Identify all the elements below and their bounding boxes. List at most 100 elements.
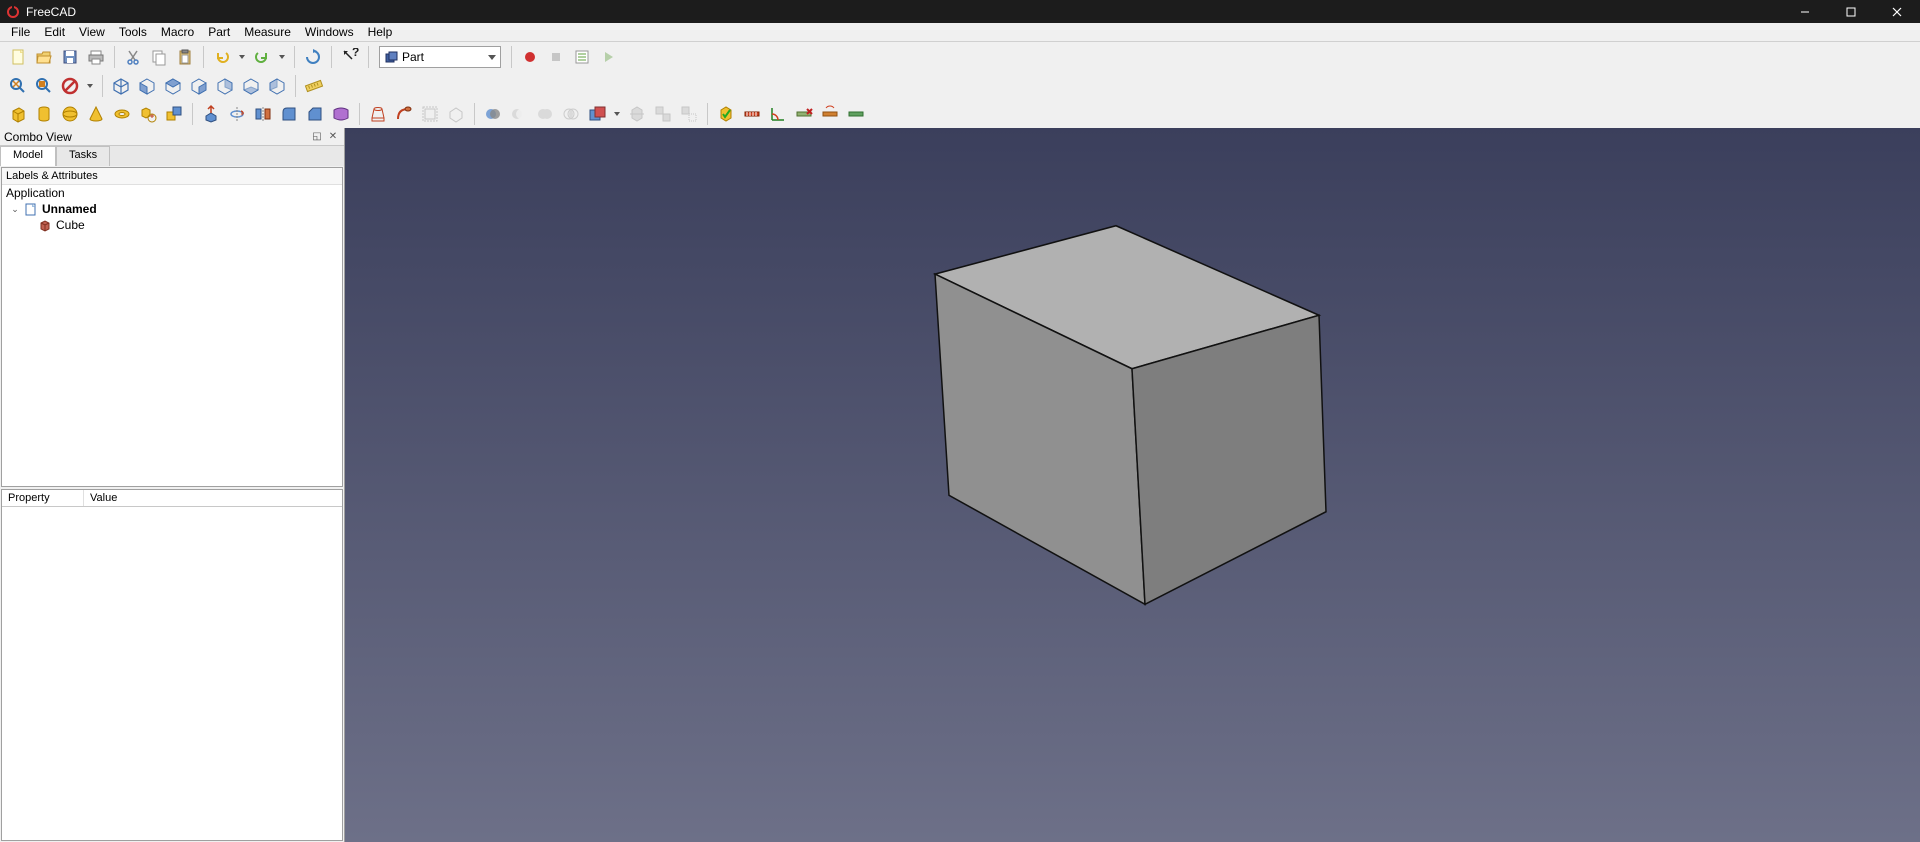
property-panel[interactable]: Property Value bbox=[1, 489, 343, 841]
tree-document[interactable]: ⌄ Unnamed bbox=[2, 201, 342, 217]
combo-tab-tasks[interactable]: Tasks bbox=[56, 146, 110, 166]
tree-object-cube[interactable]: Cube bbox=[2, 217, 342, 233]
measure-clear-button[interactable] bbox=[792, 102, 816, 126]
view-isometric-button[interactable] bbox=[109, 74, 133, 98]
undo-dropdown[interactable] bbox=[236, 45, 248, 69]
open-document-button[interactable] bbox=[32, 45, 56, 69]
draw-style-button[interactable] bbox=[58, 74, 82, 98]
part-thickness-button[interactable] bbox=[444, 102, 468, 126]
macro-record-button[interactable] bbox=[518, 45, 542, 69]
part-loft-button[interactable] bbox=[366, 102, 390, 126]
view-front-button[interactable] bbox=[135, 74, 159, 98]
new-document-button[interactable] bbox=[6, 45, 30, 69]
menu-windows[interactable]: Windows bbox=[298, 23, 361, 41]
property-col-value: Value bbox=[84, 490, 123, 506]
app-logo-icon bbox=[6, 5, 20, 19]
part-shapebuilder-button[interactable] bbox=[162, 102, 186, 126]
fit-all-button[interactable] bbox=[6, 74, 30, 98]
part-torus-button[interactable] bbox=[110, 102, 134, 126]
measure-toggle-all-button[interactable] bbox=[818, 102, 842, 126]
view-left-button[interactable] bbox=[265, 74, 289, 98]
boolean-button[interactable] bbox=[481, 102, 505, 126]
part-ruled-surface-button[interactable] bbox=[329, 102, 353, 126]
part-chamfer-button[interactable] bbox=[303, 102, 327, 126]
tree-object-label: Cube bbox=[56, 218, 85, 232]
view-top-button[interactable] bbox=[161, 74, 185, 98]
combo-tab-model[interactable]: Model bbox=[0, 146, 56, 166]
paste-button[interactable] bbox=[173, 45, 197, 69]
view-right-button[interactable] bbox=[187, 74, 211, 98]
measure-angular-button[interactable] bbox=[766, 102, 790, 126]
refresh-button[interactable] bbox=[301, 45, 325, 69]
combo-tabs: Model Tasks bbox=[0, 146, 344, 166]
print-button[interactable] bbox=[84, 45, 108, 69]
cube-icon bbox=[38, 218, 52, 232]
part-sweep-button[interactable] bbox=[392, 102, 416, 126]
part-fillet-button[interactable] bbox=[277, 102, 301, 126]
menu-edit[interactable]: Edit bbox=[37, 23, 72, 41]
redo-dropdown[interactable] bbox=[276, 45, 288, 69]
dropdown-arrow-icon bbox=[488, 55, 496, 60]
3d-viewport[interactable] bbox=[345, 128, 1920, 842]
macro-execute-button[interactable] bbox=[596, 45, 620, 69]
part-cylinder-button[interactable] bbox=[32, 102, 56, 126]
fit-selection-button[interactable] bbox=[32, 74, 56, 98]
undo-button[interactable] bbox=[210, 45, 234, 69]
redo-button[interactable] bbox=[250, 45, 274, 69]
part-primitives-button[interactable] bbox=[136, 102, 160, 126]
property-header: Property Value bbox=[2, 490, 342, 507]
workbench-selector[interactable]: Part bbox=[379, 46, 501, 68]
menu-part[interactable]: Part bbox=[201, 23, 237, 41]
part-extrude-button[interactable] bbox=[199, 102, 223, 126]
view-bottom-button[interactable] bbox=[239, 74, 263, 98]
menu-help[interactable]: Help bbox=[361, 23, 400, 41]
combo-close-button[interactable]: ✕ bbox=[326, 130, 340, 144]
tree-expand-icon[interactable]: ⌄ bbox=[10, 204, 20, 214]
save-document-button[interactable] bbox=[58, 45, 82, 69]
measure-toggle-3d-button[interactable] bbox=[844, 102, 868, 126]
part-box-button[interactable] bbox=[6, 102, 30, 126]
part-offset-button[interactable] bbox=[418, 102, 442, 126]
measure-linear-button[interactable] bbox=[740, 102, 764, 126]
window-close-button[interactable] bbox=[1874, 0, 1920, 23]
combo-view-panel: Combo View ◱ ✕ Model Tasks Labels & Attr… bbox=[0, 128, 345, 842]
toolbars: ? Part bbox=[0, 42, 1920, 128]
menu-tools[interactable]: Tools bbox=[112, 23, 154, 41]
whats-this-button[interactable]: ? bbox=[338, 45, 362, 69]
tree-panel[interactable]: Labels & Attributes Application ⌄ Unname… bbox=[1, 167, 343, 487]
part-mirror-button[interactable] bbox=[251, 102, 275, 126]
cut-button[interactable] bbox=[121, 45, 145, 69]
window-maximize-button[interactable] bbox=[1828, 0, 1874, 23]
part-section-dropdown[interactable] bbox=[611, 102, 623, 126]
macro-list-button[interactable] bbox=[570, 45, 594, 69]
part-compound-button[interactable] bbox=[651, 102, 675, 126]
boolean-intersection-button[interactable] bbox=[559, 102, 583, 126]
check-geometry-button[interactable] bbox=[714, 102, 738, 126]
draw-style-dropdown[interactable] bbox=[84, 74, 96, 98]
copy-button[interactable] bbox=[147, 45, 171, 69]
tree-application[interactable]: Application bbox=[2, 185, 342, 201]
window-title: FreeCAD bbox=[26, 5, 1782, 19]
tree-document-label: Unnamed bbox=[42, 202, 97, 216]
boolean-union-button[interactable] bbox=[533, 102, 557, 126]
menu-file[interactable]: File bbox=[4, 23, 37, 41]
menu-macro[interactable]: Macro bbox=[154, 23, 201, 41]
part-section-button[interactable] bbox=[585, 102, 609, 126]
part-cone-button[interactable] bbox=[84, 102, 108, 126]
part-crosssections-button[interactable] bbox=[625, 102, 649, 126]
measure-distance-button[interactable] bbox=[302, 74, 326, 98]
boolean-cut-button[interactable] bbox=[507, 102, 531, 126]
menubar: File Edit View Tools Macro Part Measure … bbox=[0, 23, 1920, 42]
combo-view-title: Combo View bbox=[4, 130, 72, 144]
part-revolve-button[interactable] bbox=[225, 102, 249, 126]
document-icon bbox=[24, 202, 38, 216]
combo-undock-button[interactable]: ◱ bbox=[310, 130, 324, 144]
menu-view[interactable]: View bbox=[72, 23, 112, 41]
workbench-label: Part bbox=[402, 50, 484, 64]
window-minimize-button[interactable] bbox=[1782, 0, 1828, 23]
part-compoundfilter-button[interactable] bbox=[677, 102, 701, 126]
menu-measure[interactable]: Measure bbox=[237, 23, 298, 41]
part-sphere-button[interactable] bbox=[58, 102, 82, 126]
view-rear-button[interactable] bbox=[213, 74, 237, 98]
macro-stop-button[interactable] bbox=[544, 45, 568, 69]
